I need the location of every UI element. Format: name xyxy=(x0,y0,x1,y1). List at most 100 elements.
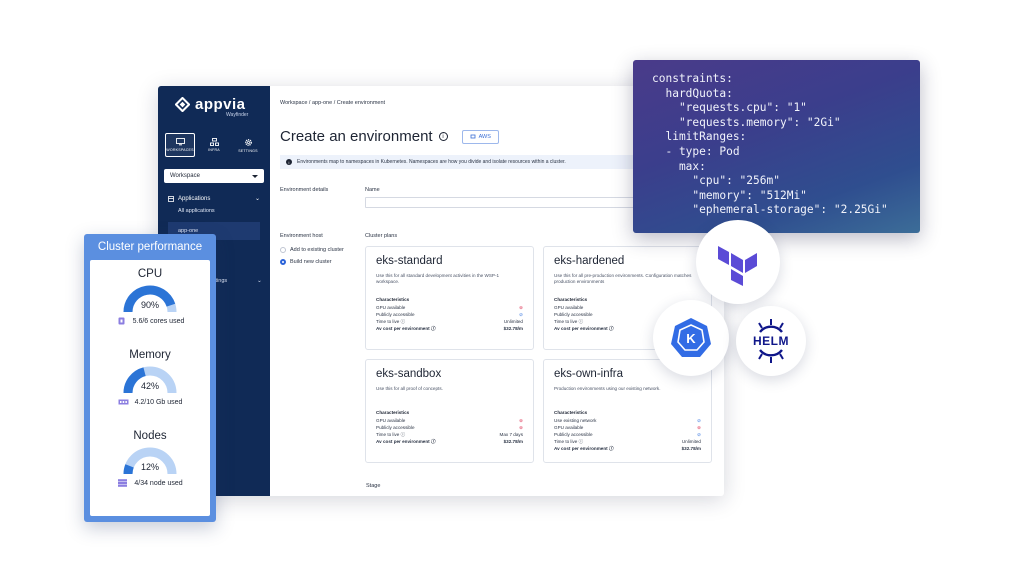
gauge: 90% xyxy=(122,283,178,313)
characteristic-row: Publicly accessible ⊘ xyxy=(554,431,701,438)
workspace-select[interactable]: Workspace xyxy=(164,169,264,183)
characteristic-label-wrap: GPU available xyxy=(376,417,405,424)
characteristics-title: Characteristics xyxy=(376,297,410,302)
gauge-value: 42% xyxy=(140,381,159,391)
monitor-icon xyxy=(175,138,185,146)
helm-mark: HELM xyxy=(746,318,796,364)
sidebar-section-applications[interactable]: Applications ⌄ xyxy=(168,195,270,202)
workspace-select-value: Workspace xyxy=(170,173,200,179)
tab-infra[interactable]: INFRA xyxy=(199,133,229,157)
cross-circle-icon: ⊗ xyxy=(697,425,701,431)
characteristic-row: Av cost per environment ⓘ $32.78/m xyxy=(554,445,701,452)
radio-button[interactable] xyxy=(280,247,286,253)
characteristic-label: Publicly accessible xyxy=(554,432,593,438)
plan-card-eks-standard[interactable]: eks-standard Use this for all standard de… xyxy=(365,246,534,350)
page-title: Create an environment xyxy=(280,128,433,145)
environment-host-label: Environment host xyxy=(280,233,323,239)
tab-workspaces-label: WORKSPACES xyxy=(166,148,194,152)
plan-description: Use this for all standard development ac… xyxy=(376,273,500,285)
appvia-logo[interactable]: appvia xyxy=(158,86,270,113)
metric-nodes: Nodes 12% 4/34 node used xyxy=(90,430,210,511)
metric-memory: Memory 42% 4.2/10 Gb used xyxy=(90,349,210,430)
characteristics-title: Characteristics xyxy=(376,410,410,415)
help-icon[interactable]: ⓘ xyxy=(609,326,614,331)
characteristic-label: Time to live xyxy=(554,439,578,445)
characteristic-label-wrap: Publicly accessible xyxy=(376,311,415,318)
help-icon[interactable]: ⓘ xyxy=(579,439,584,444)
radio-build-new[interactable]: Build new cluster xyxy=(280,259,365,265)
metric-detail: 5.6/6 cores used xyxy=(116,317,184,325)
ram-icon xyxy=(118,399,129,405)
gauge-value: 12% xyxy=(140,462,159,472)
characteristic-value: $32.78/m xyxy=(503,439,523,445)
characteristic-label-wrap: Av cost per environment ⓘ xyxy=(554,445,614,452)
radio-add-existing[interactable]: Add to existing cluster xyxy=(280,247,365,253)
chip-icon xyxy=(118,317,125,325)
info-icon[interactable]: i xyxy=(438,132,448,141)
aws-badge: AWS xyxy=(461,129,499,144)
characteristic-label: Publicly accessible xyxy=(376,425,415,431)
characteristic-label: GPU available xyxy=(376,418,406,423)
tab-workspaces[interactable]: WORKSPACES xyxy=(165,133,195,157)
radio-add-existing-label: Add to existing cluster xyxy=(290,247,344,253)
help-icon[interactable]: ⓘ xyxy=(401,432,406,437)
radio-button-selected[interactable] xyxy=(280,259,286,265)
kubernetes-letter: K xyxy=(686,331,696,346)
composite-stage: appvia Wayfinder WORKSPACES INFRA SETTIN… xyxy=(0,0,1024,576)
cloud-icon xyxy=(470,134,475,139)
name-input[interactable] xyxy=(365,197,635,208)
characteristics-title: Characteristics xyxy=(554,410,588,415)
characteristic-label: Time to live xyxy=(376,432,400,438)
cluster-performance-card: Cluster performance CPU 90% 5.6/6 cores us… xyxy=(84,234,216,522)
stage-label: Stage xyxy=(366,483,381,489)
gauge: 12% xyxy=(122,445,178,475)
code-snippet: constraints: hardQuota: "requests.cpu": … xyxy=(652,72,888,217)
sidebar-item-all-applications[interactable]: All applications xyxy=(158,202,270,220)
helm-text: HELM xyxy=(753,334,789,348)
characteristic-label: Av cost per environment xyxy=(376,326,430,332)
nav-tabs: WORKSPACES INFRA SETTINGS xyxy=(165,133,270,157)
metric-detail-text: 4/34 node used xyxy=(134,479,183,487)
radio-build-new-label: Build new cluster xyxy=(290,259,332,265)
metric-detail: 4/34 node used xyxy=(117,479,183,487)
appvia-logo-icon xyxy=(175,97,190,112)
gear-icon xyxy=(244,138,252,146)
chevron-down-icon: ⌄ xyxy=(257,278,262,284)
help-icon[interactable]: ⓘ xyxy=(401,319,406,324)
characteristic-row: GPU available ⊗ xyxy=(376,417,523,424)
plan-card-eks-sandbox[interactable]: eks-sandbox Use this for all proof of con… xyxy=(365,359,534,463)
characteristic-label: GPU available xyxy=(554,425,584,431)
kubernetes-logo: K xyxy=(653,300,729,376)
help-icon[interactable]: ⓘ xyxy=(609,446,614,451)
sidebar-item-settings[interactable]: ttings ⌄ xyxy=(214,278,262,284)
apps-icon xyxy=(168,195,174,202)
environment-details-label: Environment details xyxy=(280,187,329,193)
help-icon[interactable]: ⓘ xyxy=(579,319,584,324)
characteristic-value: $32.78/m xyxy=(681,446,701,452)
check-circle-icon: ⊘ xyxy=(697,432,701,438)
characteristic-label-wrap: GPU available xyxy=(376,304,405,311)
gauge-value: 90% xyxy=(140,300,159,310)
characteristic-label-wrap: Av cost per environment ⓘ xyxy=(554,325,614,332)
kubernetes-icon: K xyxy=(671,318,711,357)
characteristic-label-wrap: Av cost per environment ⓘ xyxy=(376,325,436,332)
metric-name: Memory xyxy=(129,349,171,361)
plan-description: Use this for all pre-production environm… xyxy=(554,273,692,285)
characteristic-value: Unlimited xyxy=(503,319,523,325)
characteristic-value: Unlimited xyxy=(681,439,701,445)
infra-icon xyxy=(209,138,219,146)
characteristic-row: GPU available ⊗ xyxy=(554,424,701,431)
help-icon[interactable]: ⓘ xyxy=(431,439,436,444)
plan-name: eks-hardened xyxy=(554,255,625,267)
metric-cpu: CPU 90% 5.6/6 cores used xyxy=(90,268,210,349)
environment-host-section: Environment host Add to existing cluster… xyxy=(280,233,365,463)
tab-settings[interactable]: SETTINGS xyxy=(233,133,263,157)
characteristic-label-wrap: Publicly accessible xyxy=(554,431,593,438)
characteristic-value: $32.78/m xyxy=(503,326,523,332)
tab-infra-label: INFRA xyxy=(208,148,220,152)
tab-settings-label: SETTINGS xyxy=(238,148,258,153)
characteristic-label: Av cost per environment xyxy=(554,446,608,452)
plan-characteristics: Characteristics GPU available ⊗ Publicly ac… xyxy=(376,410,523,445)
terraform-icon xyxy=(718,246,757,286)
help-icon[interactable]: ⓘ xyxy=(431,326,436,331)
